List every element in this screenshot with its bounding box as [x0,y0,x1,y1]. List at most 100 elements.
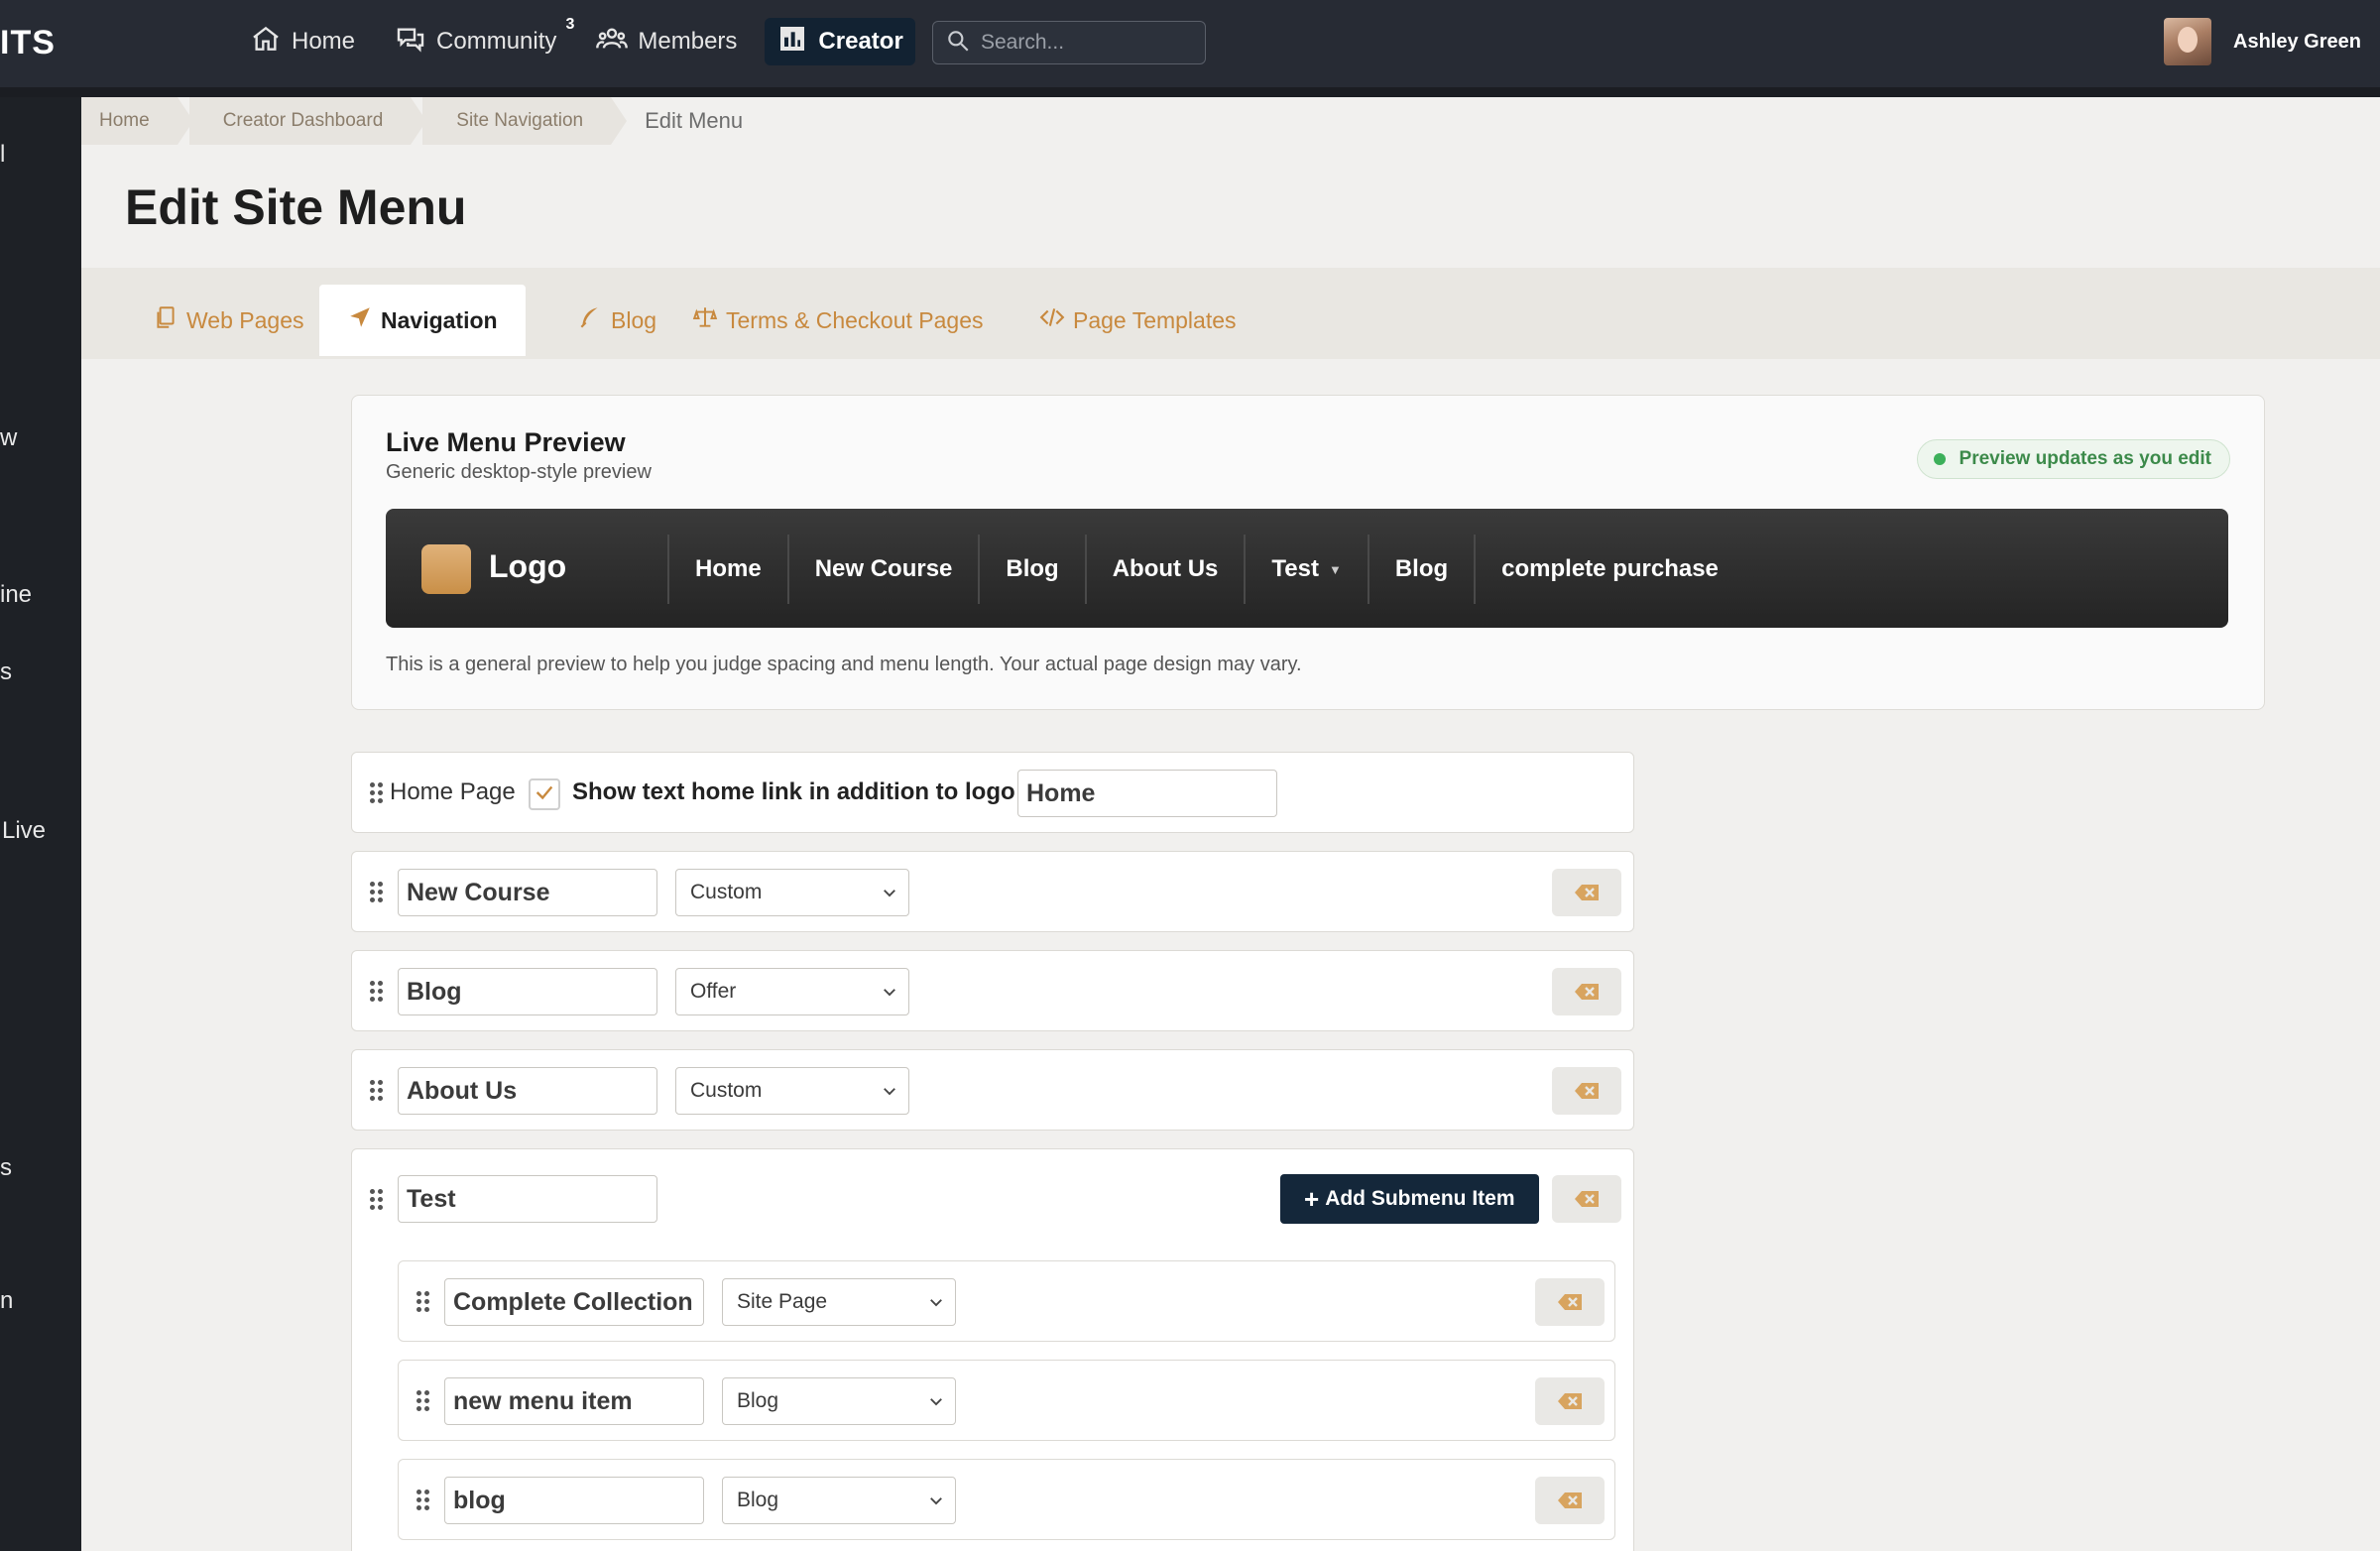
avatar[interactable] [2164,18,2211,65]
brand-logo-text[interactable]: ITS [0,24,56,62]
show-home-link-label[interactable]: Show text home link in addition to logo [572,778,1015,806]
breadcrumb-home[interactable]: Home [81,97,193,145]
submenu-item-type-select[interactable]: Site Page [722,1278,956,1326]
backspace-delete-icon [1575,885,1599,900]
delete-item-button[interactable] [1552,968,1621,1015]
caret-down-icon: ▼ [1328,561,1342,577]
nav-creator-label: Creator [818,28,903,55]
preview-menu-item-dropdown: Test ▼ [1244,535,1367,604]
menu-item-type-select[interactable]: Custom [675,869,909,916]
drag-handle-icon[interactable] [370,782,384,804]
submenu-item-row: Blog [398,1360,1615,1441]
menu-item-type-select[interactable]: Custom [675,1067,909,1115]
preview-menu-item: Home [667,535,787,604]
delete-submenu-item-button[interactable] [1535,1278,1605,1326]
preview-status-badge: Preview updates as you edit [1916,439,2230,479]
sidebar-item-fragment[interactable]: l [0,141,5,169]
home-link-text-input[interactable] [1017,770,1277,817]
backspace-delete-icon [1558,1393,1582,1409]
chevron-down-icon [884,890,895,897]
nav-creator[interactable]: Creator [765,18,915,65]
backspace-delete-icon [1575,984,1599,1000]
navigation-icon [347,304,381,336]
menu-item-type-select[interactable]: Offer [675,968,909,1015]
tab-label: Blog [611,306,657,333]
preview-title: Live Menu Preview [386,427,626,457]
drag-handle-icon[interactable] [370,1080,384,1102]
nav-members-label: Members [638,28,738,55]
preview-menu-item: Blog [978,535,1084,604]
home-icon [250,23,292,61]
menu-item-name-input[interactable] [398,1067,657,1115]
select-value: Offer [690,980,737,1003]
sidebar-item-fragment[interactable]: n [0,1287,13,1315]
submenu-item-name-input[interactable] [444,1377,704,1425]
nav-community-label: Community [436,28,557,55]
submenu-item-type-select[interactable]: Blog [722,1477,956,1524]
delete-submenu-item-button[interactable] [1535,1477,1605,1524]
select-value: Site Page [737,1290,828,1313]
status-dot-icon [1933,453,1946,465]
pen-icon [577,304,611,336]
menu-item-row: Custom [351,851,1634,932]
search-icon [945,28,981,59]
sidebar-item-fragment[interactable]: s [0,658,12,686]
sidebar-item-fragment[interactable]: s [0,1154,12,1182]
backspace-delete-icon [1575,1191,1599,1207]
tab-terms-checkout[interactable]: Terms & Checkout Pages [664,285,1012,356]
menu-item-name-input[interactable] [398,1175,657,1223]
chevron-down-icon [884,1088,895,1096]
search-box[interactable] [932,21,1206,64]
submenu-item-type-select[interactable]: Blog [722,1377,956,1425]
drag-handle-icon[interactable] [416,1291,430,1313]
sidebar-item-fragment[interactable]: w [0,424,17,452]
select-value: Blog [737,1389,779,1412]
submenu-item-name-input[interactable] [444,1477,704,1524]
add-submenu-item-button[interactable]: + Add Submenu Item [1280,1174,1539,1224]
left-sidebar: l w ine s Live s n [0,97,81,1551]
topbar-divider [0,87,2380,97]
drag-handle-icon[interactable] [370,882,384,903]
sidebar-item-fragment[interactable]: ine [0,581,32,609]
nav-home[interactable]: Home [238,18,367,65]
tab-web-pages[interactable]: Web Pages [125,285,331,356]
tab-navigation[interactable]: Navigation [319,285,526,356]
nav-members[interactable]: Members [584,18,749,65]
menu-item-name-input[interactable] [398,869,657,916]
delete-item-button[interactable] [1552,1067,1621,1115]
nav-community[interactable]: Community 3 [383,16,574,65]
main-nav: Home Community 3 Members Creator [238,16,931,65]
backspace-delete-icon [1558,1294,1582,1310]
preview-menu-item: complete purchase [1474,535,1744,604]
drag-handle-icon[interactable] [370,981,384,1003]
menu-item-row: Custom [351,1049,1634,1131]
show-home-link-checkbox[interactable] [529,778,560,810]
home-page-label: Home Page [390,778,516,805]
preview-menu-item: About Us [1084,535,1245,604]
delete-submenu-item-button[interactable] [1535,1377,1605,1425]
breadcrumb-site-navigation[interactable]: Site Navigation [422,97,627,145]
drag-handle-icon[interactable] [416,1490,430,1511]
search-input[interactable] [981,31,1179,55]
delete-item-button[interactable] [1552,869,1621,916]
sidebar-item-fragment[interactable]: Live [2,817,46,845]
checkmark-icon [534,781,555,808]
backspace-delete-icon [1558,1492,1582,1508]
preview-menu-items: Home New Course Blog About Us Test ▼ Blo… [667,535,1744,604]
backspace-delete-icon [1575,1083,1599,1099]
preview-status-text: Preview updates as you edit [1959,448,2211,469]
breadcrumb-creator-dashboard[interactable]: Creator Dashboard [188,97,426,145]
submenu-item-name-input[interactable] [444,1278,704,1326]
tab-page-templates[interactable]: Page Templates [1012,285,1264,356]
tab-label: Web Pages [186,306,304,333]
tab-label: Page Templates [1073,306,1237,333]
menu-item-name-input[interactable] [398,968,657,1015]
user-menu[interactable]: Ashley Green [2164,18,2361,65]
preview-note: This is a general preview to help you ju… [386,654,1302,675]
members-icon [596,23,638,61]
chevron-down-icon [930,1398,942,1406]
delete-item-button[interactable] [1552,1175,1621,1223]
drag-handle-icon[interactable] [416,1390,430,1412]
menu-item-row-with-submenu: + Add Submenu Item Site Page Blog [351,1148,1634,1551]
drag-handle-icon[interactable] [370,1189,384,1211]
